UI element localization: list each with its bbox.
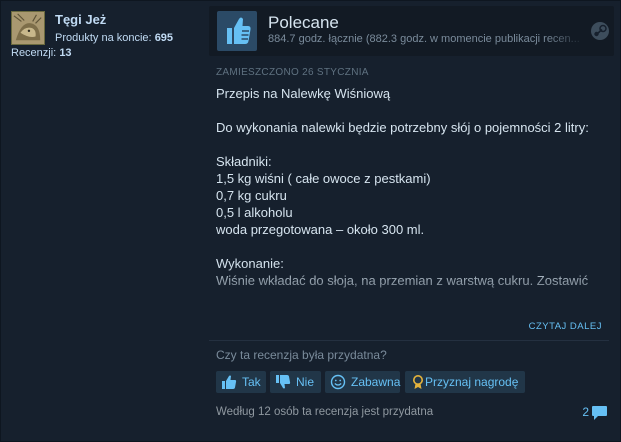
- thumbs-down-icon: [276, 375, 291, 389]
- author-name[interactable]: Tęgi Jeż: [55, 12, 106, 27]
- vote-title: Polecane: [268, 13, 339, 32]
- award-label: Przyznaj nagrodę: [425, 375, 519, 389]
- reviews-label: Recenzji:: [11, 47, 57, 59]
- funny-label: Zabawna: [351, 375, 401, 389]
- funny-button[interactable]: Zabawna: [325, 371, 400, 393]
- comment-bubble-icon: [592, 406, 607, 420]
- no-button[interactable]: Nie: [270, 371, 321, 393]
- helpful-question: Czy ta recenzja była przydatna?: [216, 348, 387, 362]
- reviews-count: 13: [59, 47, 72, 59]
- yes-button[interactable]: Tak: [216, 371, 266, 393]
- vote-header[interactable]: Polecane 884.7 godz. łącznie (882.3 godz…: [209, 6, 614, 56]
- review-card: Tęgi Jeż Produkty na koncie: 695 Recenzj…: [0, 0, 621, 442]
- avatar[interactable]: [11, 11, 45, 45]
- review-panel: Polecane 884.7 godz. łącznie (882.3 godz…: [209, 6, 614, 420]
- smiley-icon: [330, 374, 346, 390]
- read-more-link[interactable]: Czytaj dalej: [529, 321, 602, 332]
- avatar-image: [12, 12, 44, 44]
- comment-count: 2: [582, 405, 589, 419]
- thumbs-up-icon: [217, 11, 257, 51]
- body-fade: [209, 264, 614, 314]
- products-count: 695: [154, 32, 174, 44]
- author-products[interactable]: Produkty na koncie: 695: [55, 32, 173, 44]
- products-label: Produkty na koncie:: [55, 32, 152, 44]
- divider: [209, 340, 609, 341]
- helpful-count: Według 12 osób ta recenzja jest przydatn…: [216, 406, 434, 418]
- yes-label: Tak: [242, 375, 261, 389]
- thumbs-up-icon: [222, 375, 237, 389]
- posted-date: Zamieszczono 26 stycznia: [216, 67, 369, 78]
- author-reviews[interactable]: Recenzji: 13: [11, 47, 72, 59]
- no-label: Nie: [296, 375, 315, 389]
- steam-icon: [591, 22, 609, 40]
- award-icon: [413, 375, 423, 389]
- hours-played: 884.7 godz. łącznie (882.3 godz. w momen…: [268, 33, 580, 45]
- hours-fade: [546, 30, 586, 48]
- award-button[interactable]: Przyznaj nagrodę: [405, 371, 525, 393]
